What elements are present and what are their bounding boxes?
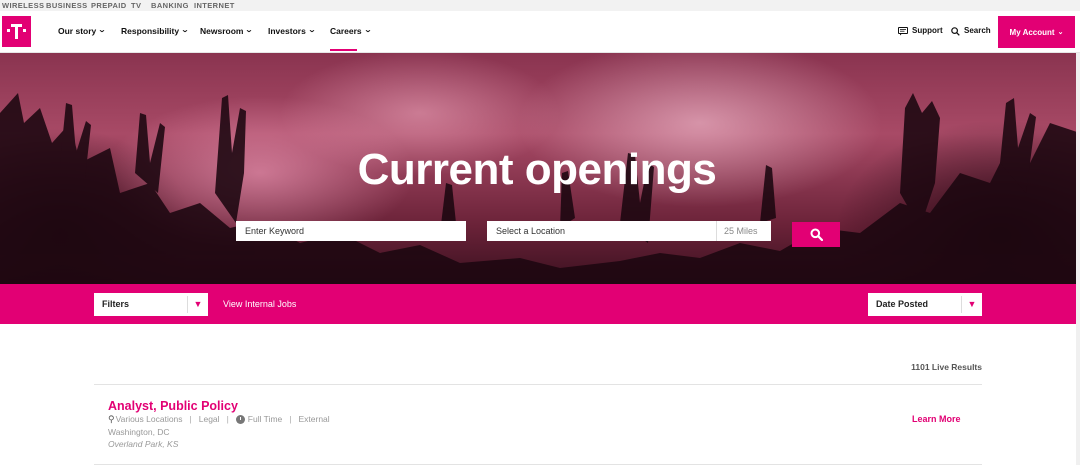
chevron-down-icon: ⌄ <box>363 27 372 34</box>
page-scrollbar[interactable] <box>1076 53 1080 465</box>
utility-link-internet[interactable]: INTERNET <box>194 0 235 11</box>
nav-item-label: Our story <box>58 26 97 36</box>
my-account-button[interactable]: My Account ⌄ <box>998 16 1075 48</box>
separator: | <box>289 414 292 424</box>
chevron-down-icon: ▼ <box>961 296 982 313</box>
active-nav-indicator <box>330 49 357 51</box>
tmobile-logo[interactable] <box>2 16 31 47</box>
utility-link-business[interactable]: BUSINESS <box>46 0 88 11</box>
job-type: Full Time <box>247 414 283 424</box>
nav-item-responsibility[interactable]: Responsibility ⌄ <box>121 24 190 38</box>
support-link[interactable]: Support <box>898 24 943 38</box>
location-pin-icon: ⚲ <box>108 414 115 424</box>
my-account-label: My Account <box>1009 27 1055 37</box>
chevron-down-icon: ⌄ <box>307 27 316 34</box>
keyword-input[interactable]: Enter Keyword <box>236 221 466 241</box>
divider <box>94 384 982 385</box>
nav-item-label: Investors <box>268 26 306 36</box>
support-label: Support <box>912 26 943 35</box>
nav-item-newsroom[interactable]: Newsroom ⌄ <box>200 24 254 38</box>
nav-item-our-story[interactable]: Our story ⌄ <box>58 24 107 38</box>
utility-link-tv[interactable]: TV <box>131 0 141 11</box>
view-internal-jobs-link[interactable]: View Internal Jobs <box>223 298 296 311</box>
clock-icon <box>235 414 245 424</box>
radius-select[interactable]: 25 Miles <box>716 221 771 241</box>
tmobile-logo-mark <box>7 21 26 42</box>
job-title-link[interactable]: Analyst, Public Policy <box>108 398 238 414</box>
hero-banner: Current openings Enter Keyword Select a … <box>0 53 1080 284</box>
chevron-down-icon: ▼ <box>187 296 208 313</box>
nav-item-investors[interactable]: Investors ⌄ <box>268 24 316 38</box>
sort-label: Date Posted <box>876 299 929 309</box>
utility-nav: WIRELESS BUSINESS PREPAID TV BANKING INT… <box>0 0 1080 11</box>
results-count: 1101 Live Results <box>911 362 982 372</box>
job-location: Various Locations <box>115 414 183 424</box>
filter-bar: Filters ▼ View Internal Jobs Date Posted… <box>0 284 1080 324</box>
job-extra-location: Washington, DC <box>108 427 170 437</box>
nav-item-label: Careers <box>330 26 362 36</box>
search-button[interactable] <box>792 222 840 247</box>
learn-more-link[interactable]: Learn More <box>912 413 961 425</box>
job-category: Legal <box>198 414 220 424</box>
chat-icon <box>898 26 908 35</box>
nav-item-label: Responsibility <box>121 26 180 36</box>
job-meta: ⚲ Various Locations | Legal | Full Time … <box>108 413 330 425</box>
job-extra-location: Overland Park, KS <box>108 439 179 449</box>
chevron-down-icon: ⌄ <box>1057 29 1064 36</box>
search-link[interactable]: Search <box>951 24 991 38</box>
utility-link-prepaid[interactable]: PREPAID <box>91 0 127 11</box>
separator: | <box>226 414 229 424</box>
page-title: Current openings <box>357 145 717 194</box>
location-input[interactable]: Select a Location <box>487 221 717 241</box>
chevron-down-icon: ⌄ <box>180 27 190 34</box>
main-nav: Our story ⌄ Responsibility ⌄ Newsroom ⌄ … <box>0 11 1080 53</box>
search-icon <box>810 228 823 241</box>
separator: | <box>189 414 192 424</box>
search-label: Search <box>964 26 991 35</box>
search-icon <box>951 26 960 36</box>
filters-label: Filters <box>102 299 130 309</box>
utility-link-wireless[interactable]: WIRELESS <box>2 0 44 11</box>
chevron-down-icon: ⌄ <box>245 27 254 34</box>
filters-dropdown[interactable]: Filters ▼ <box>94 293 208 316</box>
nav-item-label: Newsroom <box>200 26 244 36</box>
job-audience: External <box>298 414 330 424</box>
chevron-down-icon: ⌄ <box>98 27 107 34</box>
nav-item-careers[interactable]: Careers ⌄ <box>330 24 372 38</box>
utility-link-banking[interactable]: BANKING <box>151 0 189 11</box>
sort-dropdown[interactable]: Date Posted ▼ <box>868 293 982 316</box>
